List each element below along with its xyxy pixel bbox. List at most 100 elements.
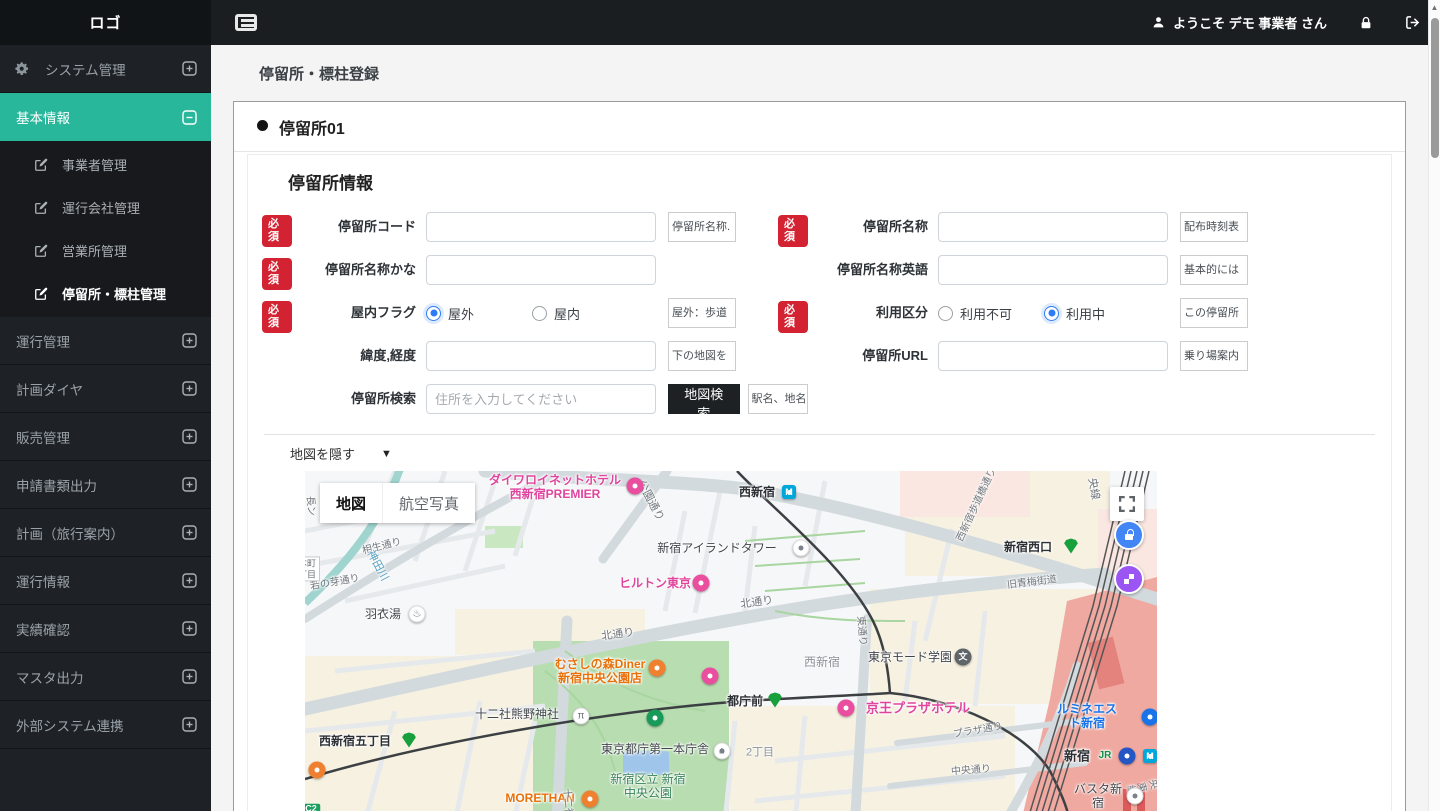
sidebar-group-item[interactable]: 基本情報 bbox=[0, 93, 211, 141]
cafe-pin[interactable] bbox=[581, 790, 599, 808]
map-lock-control[interactable] bbox=[1114, 520, 1144, 550]
hotel-pin[interactable] bbox=[837, 699, 855, 717]
cafe-pin[interactable] bbox=[308, 761, 326, 779]
radio-in-use-button[interactable] bbox=[1044, 305, 1059, 321]
sidebar-group-item[interactable]: システム管理 bbox=[0, 45, 211, 93]
lock-icon[interactable] bbox=[1359, 16, 1373, 30]
required-badge: 必須 bbox=[778, 215, 808, 248]
indoor-flag-label: 屋内フラグ bbox=[350, 305, 416, 320]
sidebar-group-item[interactable]: 外部システム連携 bbox=[0, 701, 211, 749]
radio-outdoor[interactable]: 屋外 bbox=[426, 304, 532, 323]
required-badge: 必須 bbox=[778, 301, 808, 334]
stop-code-input[interactable] bbox=[426, 212, 656, 242]
fullscreen-button[interactable] bbox=[1110, 487, 1144, 521]
hotel-pin[interactable] bbox=[626, 477, 644, 495]
place-pin[interactable] bbox=[1126, 787, 1144, 805]
indoor-flag-hint: 屋外：歩道 bbox=[668, 298, 736, 328]
bus-stop-title: 停留所01 bbox=[279, 121, 345, 138]
sidebar-subitem[interactable]: 運行会社管理 bbox=[0, 186, 211, 229]
expand-icon[interactable] bbox=[182, 429, 197, 444]
divider bbox=[264, 434, 1375, 435]
expand-icon[interactable] bbox=[182, 717, 197, 732]
radio-unavailable-button[interactable] bbox=[938, 305, 953, 321]
stop-url-input[interactable] bbox=[938, 341, 1168, 371]
radio-unavailable[interactable]: 利用不可 bbox=[938, 304, 1044, 323]
sidebar-subitem[interactable]: 営業所管理 bbox=[0, 229, 211, 272]
hotel-pin[interactable] bbox=[692, 574, 710, 592]
poi-pin[interactable] bbox=[1141, 708, 1157, 726]
onsen-pin[interactable]: ♨ bbox=[408, 605, 426, 623]
google-map[interactable]: 地図 航空写真 ダイワロイネットホテル 西新宿PREMIER 公園通り 西新宿 西新宿… bbox=[305, 471, 1157, 811]
map-grid-control[interactable] bbox=[1114, 564, 1144, 594]
section-title: 停留所情報 bbox=[288, 174, 373, 193]
expand-icon[interactable] bbox=[182, 61, 197, 76]
required-badge: 必須 bbox=[262, 301, 292, 334]
usage-label: 利用区分 bbox=[875, 305, 928, 320]
expand-icon[interactable] bbox=[182, 381, 197, 396]
expand-icon[interactable] bbox=[182, 621, 197, 636]
sidebar-submenu: 事業者管理 運行会社管理 営業所管理 停留所・標柱管理 bbox=[0, 141, 211, 317]
map-type-map-button[interactable]: 地図 bbox=[320, 483, 382, 523]
sidebar-group-item[interactable]: マスタ出力 bbox=[0, 653, 211, 701]
usage-hint: この停留所 bbox=[1180, 298, 1248, 328]
sidebar-group-item[interactable]: 実績確認 bbox=[0, 605, 211, 653]
sidebar-group-item[interactable]: 申請書類出力 bbox=[0, 461, 211, 509]
stop-url-hint: 乗り場案内 bbox=[1180, 341, 1248, 371]
stop-name-input[interactable] bbox=[938, 212, 1168, 242]
scrollbar-thumb[interactable] bbox=[1431, 18, 1439, 158]
stop-kana-label: 停留所名称かな bbox=[324, 262, 416, 277]
stop-name-en-input[interactable] bbox=[938, 255, 1168, 285]
collapse-icon[interactable] bbox=[182, 109, 197, 125]
expand-icon[interactable] bbox=[182, 573, 197, 588]
stop-url-label: 停留所URL bbox=[862, 348, 928, 363]
government-pin[interactable]: ⌂ bbox=[713, 742, 731, 760]
stop-kana-input[interactable] bbox=[426, 255, 656, 285]
metro-station-pin[interactable]: M bbox=[782, 485, 796, 499]
stop-search-input[interactable] bbox=[426, 384, 656, 414]
expand-icon[interactable] bbox=[182, 333, 197, 348]
pencil-square-icon bbox=[34, 158, 48, 172]
hide-map-toggle[interactable]: 地図を隠す ▼ bbox=[290, 444, 1377, 463]
gear-icon bbox=[14, 61, 29, 76]
radio-outdoor-button[interactable] bbox=[426, 305, 441, 321]
stop-name-en-label: 停留所名称英語 bbox=[836, 262, 928, 277]
logout-icon[interactable] bbox=[1405, 15, 1420, 30]
cafe-pin[interactable] bbox=[648, 659, 666, 677]
sidebar-group-item[interactable]: 販売管理 bbox=[0, 413, 211, 461]
sidebar-group-item[interactable]: 運行管理 bbox=[0, 317, 211, 365]
latlng-hint: 下の地図を bbox=[668, 341, 736, 371]
scrollbar-up-arrow[interactable]: ▲ bbox=[1429, 0, 1440, 14]
sidebar-group-item[interactable]: 計画（旅行案内） bbox=[0, 509, 211, 557]
browser-scrollbar[interactable]: ▲ bbox=[1428, 0, 1440, 811]
radio-indoor-button[interactable] bbox=[532, 305, 547, 321]
radio-indoor[interactable]: 屋内 bbox=[532, 304, 638, 323]
school-pin[interactable]: 文 bbox=[954, 648, 972, 666]
stop-name-en-hint: 基本的には bbox=[1180, 255, 1248, 285]
park-pin[interactable] bbox=[646, 709, 664, 727]
topbar-right: ようこそ デモ 事業者 さん bbox=[1152, 13, 1420, 32]
metro-logo-pin[interactable]: M bbox=[1143, 749, 1157, 763]
triangle-down-icon: ▼ bbox=[381, 447, 392, 460]
sidebar-group-item[interactable]: 運行情報 bbox=[0, 557, 211, 605]
place-pin[interactable] bbox=[792, 539, 810, 557]
expand-icon[interactable] bbox=[182, 525, 197, 540]
expand-icon[interactable] bbox=[182, 669, 197, 684]
content-area: 停留所・標柱登録 停留所01 停留所情報 必須 停留所コード 停留所名称. 必須 bbox=[211, 45, 1440, 811]
sidebar-group-item[interactable]: 計画ダイヤ bbox=[0, 365, 211, 413]
hotel-pin[interactable] bbox=[701, 667, 719, 685]
toei-logo-pin[interactable] bbox=[1118, 747, 1136, 765]
latlng-label: 緯度,経度 bbox=[360, 348, 416, 363]
app-logo: ロゴ bbox=[0, 0, 211, 45]
map-search-button[interactable]: 地図検索 bbox=[668, 384, 740, 421]
radio-in-use[interactable]: 利用中 bbox=[1044, 304, 1150, 323]
map-type-satellite-button[interactable]: 航空写真 bbox=[382, 483, 475, 523]
stop-name-hint: 配布時刻表 bbox=[1180, 212, 1248, 242]
sidebar-toggle-icon[interactable] bbox=[235, 14, 257, 31]
stop-code-hint: 停留所名称. bbox=[668, 212, 736, 242]
bus-stop-info-panel: 停留所情報 必須 停留所コード 停留所名称. 必須 停留所名称 配布時刻表 必須 bbox=[247, 154, 1392, 811]
sidebar-subitem[interactable]: 停留所・標柱管理 bbox=[0, 272, 211, 315]
latlng-input[interactable] bbox=[426, 341, 656, 371]
expand-icon[interactable] bbox=[182, 477, 197, 492]
sidebar-subitem[interactable]: 事業者管理 bbox=[0, 143, 211, 186]
shrine-pin[interactable]: π bbox=[572, 707, 590, 725]
